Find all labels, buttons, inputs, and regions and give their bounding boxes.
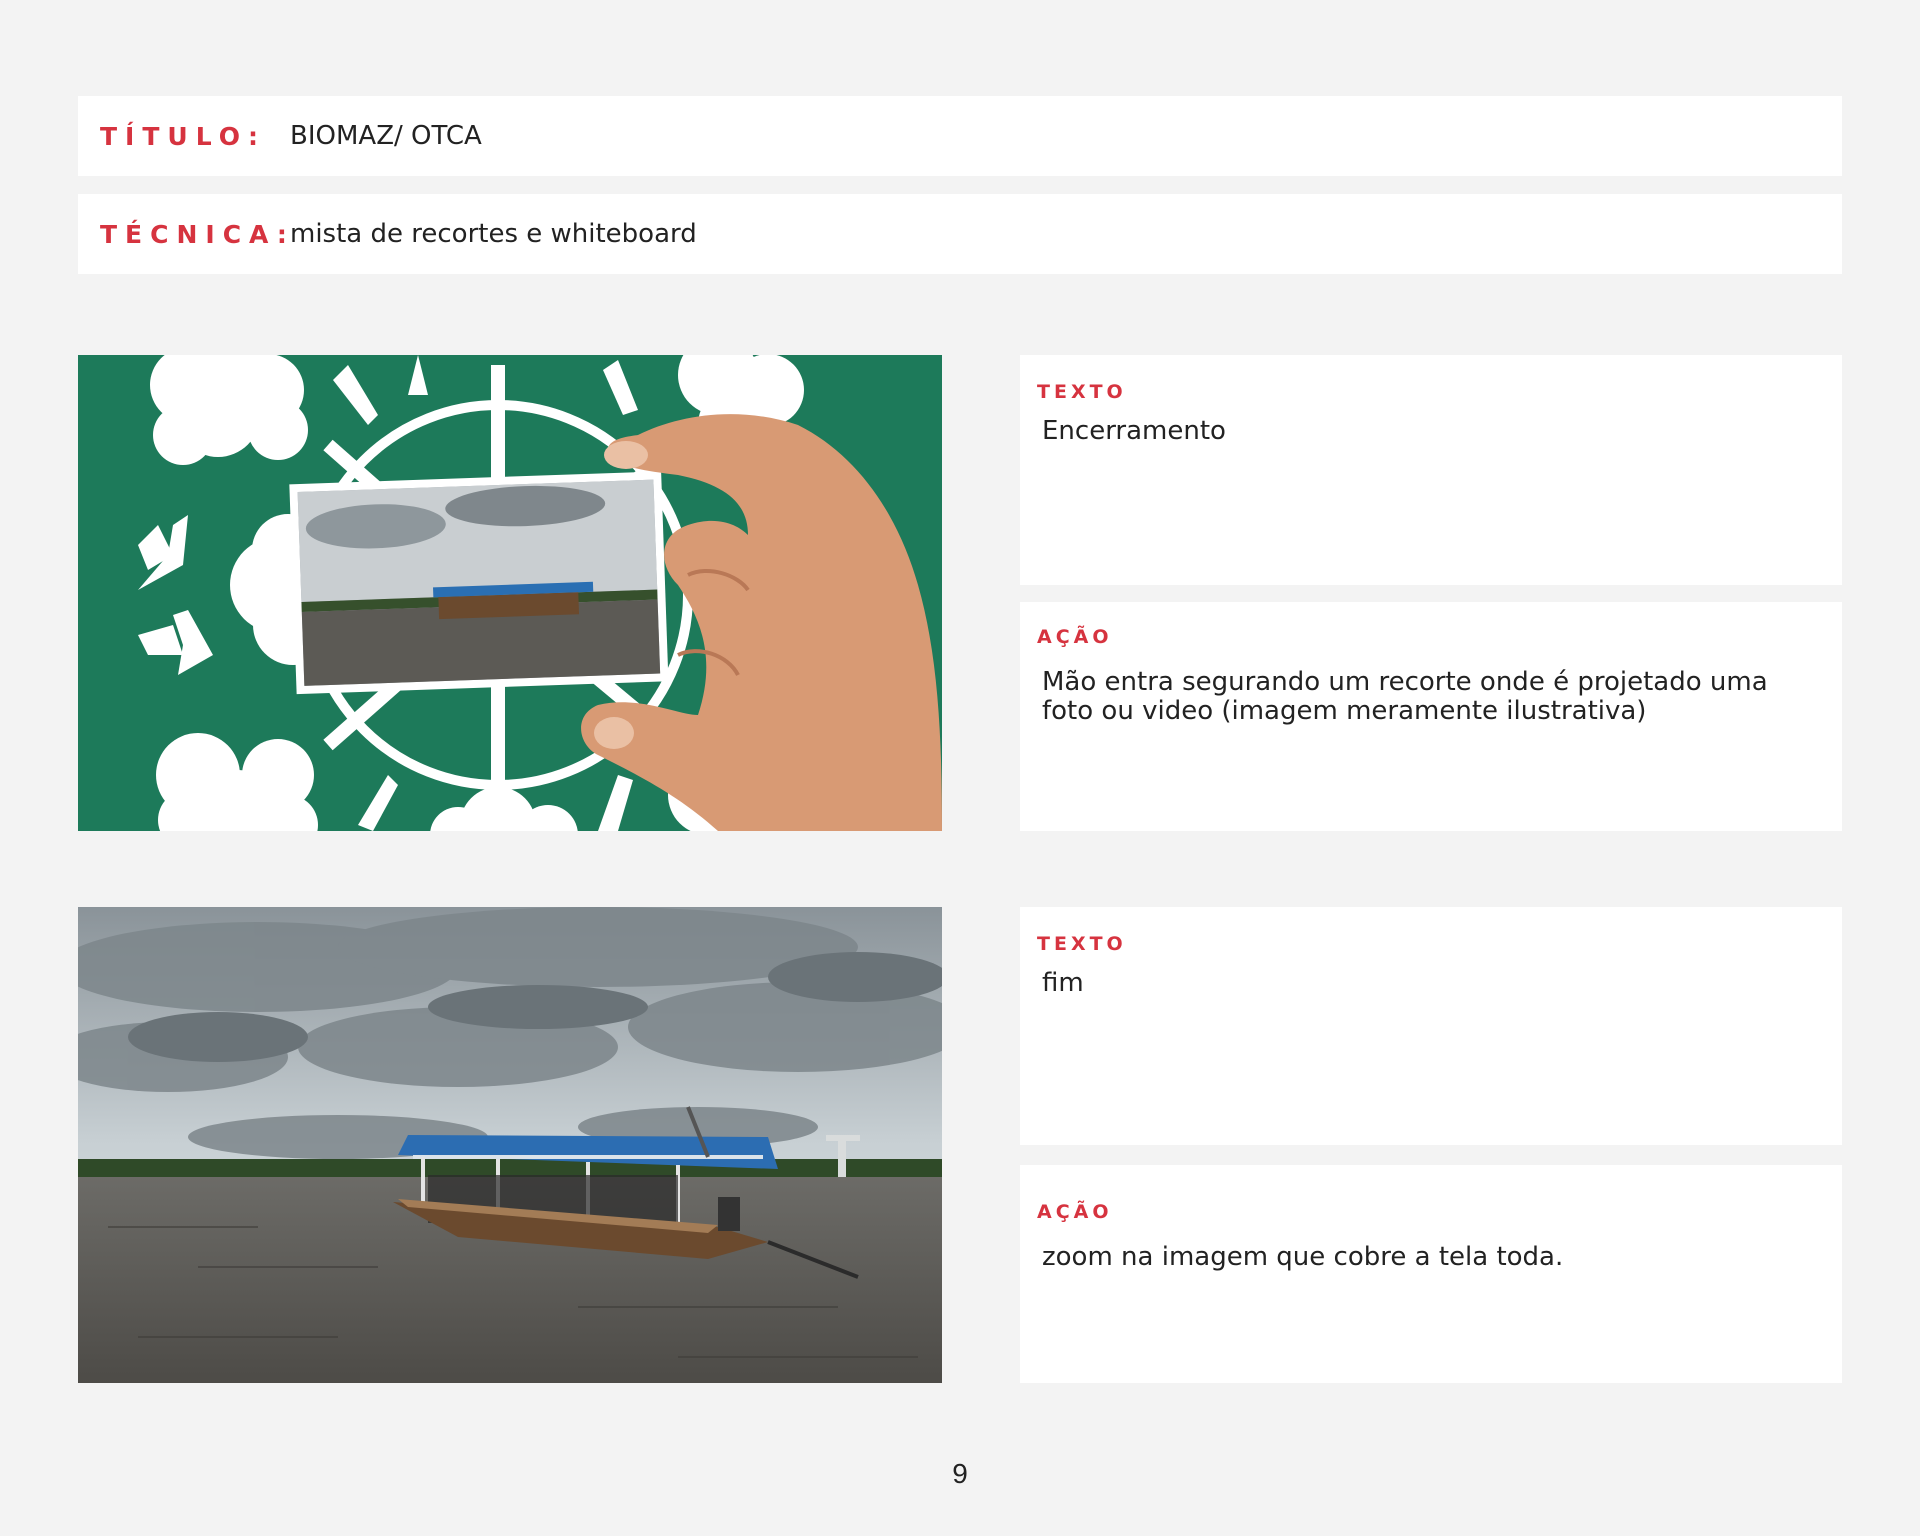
scene-1-text-card: TEXTO Encerramento bbox=[1020, 355, 1842, 585]
scene-2-action: zoom na imagem que cobre a tela toda. bbox=[1042, 1242, 1564, 1272]
scene-1-illustration bbox=[78, 355, 942, 831]
river-boat-photo bbox=[78, 907, 942, 1383]
scene-1-text: Encerramento bbox=[1042, 416, 1226, 446]
scene-2-photo bbox=[78, 907, 942, 1383]
technique-value: mista de recortes e whiteboard bbox=[290, 219, 697, 249]
title-row: TÍTULO: BIOMAZ/ OTCA bbox=[78, 96, 1842, 176]
page-number: 9 bbox=[952, 1458, 968, 1489]
technique-row: TÉCNICA: mista de recortes e whiteboard bbox=[78, 194, 1842, 274]
scene-1-action-card: AÇÃO Mão entra segurando um recorte onde… bbox=[1020, 602, 1842, 831]
treeline bbox=[78, 1159, 942, 1177]
title-value: BIOMAZ/ OTCA bbox=[290, 121, 482, 151]
scene-2-action-label: AÇÃO bbox=[1037, 1201, 1113, 1223]
scene-1-text-label: TEXTO bbox=[1037, 381, 1127, 403]
scene-2-text-label: TEXTO bbox=[1037, 933, 1127, 955]
title-label: TÍTULO: bbox=[100, 121, 266, 151]
scene-2-text: fim bbox=[1042, 968, 1084, 998]
scene-2-text-card: TEXTO fim bbox=[1020, 907, 1842, 1145]
scene-2-action-card: AÇÃO zoom na imagem que cobre a tela tod… bbox=[1020, 1165, 1842, 1383]
scene-1-action-label: AÇÃO bbox=[1037, 626, 1113, 648]
scene-1-action: Mão entra segurando um recorte onde é pr… bbox=[1042, 667, 1768, 726]
photo-card bbox=[289, 471, 669, 695]
scene-1-artwork bbox=[78, 355, 942, 831]
technique-label: TÉCNICA: bbox=[100, 219, 295, 249]
